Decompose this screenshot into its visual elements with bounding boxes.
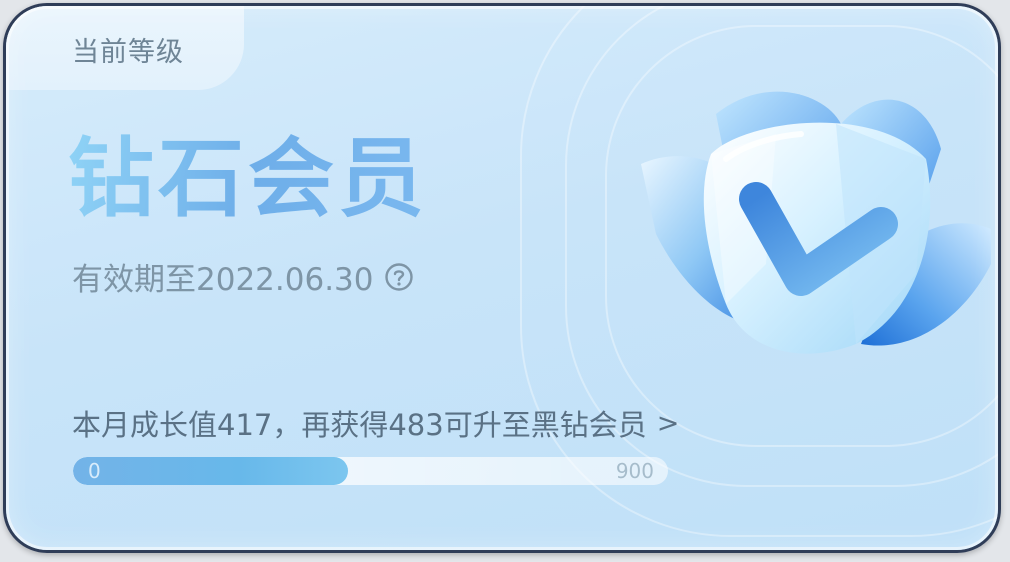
growth-text: 本月成长值417，再获得483可升至黑钻会员 (72, 408, 647, 442)
progress-max-label: 900 (615, 459, 654, 483)
tier-title: 钻石会员 (68, 129, 428, 229)
level-label: 当前等级 (72, 37, 184, 68)
diamond-check-badge-icon (641, 91, 991, 354)
progress-min-label: 0 (88, 459, 101, 483)
level-tab: 当前等级 (6, 6, 244, 90)
growth-progress-bar: 0 900 (73, 457, 668, 485)
chevron-right-icon: > (656, 407, 680, 439)
growth-link[interactable]: 本月成长值417，再获得483可升至黑钻会员 > (72, 402, 679, 444)
question-circle-icon[interactable] (384, 262, 414, 292)
validity-row: 有效期至2022.06.30 (72, 254, 414, 299)
membership-card: 当前等级 钻石会员 有效期至2022.06.30 本月成长值417，再获得483… (3, 3, 1001, 553)
validity-text: 有效期至2022.06.30 (72, 262, 374, 298)
progress-fill (73, 457, 349, 485)
